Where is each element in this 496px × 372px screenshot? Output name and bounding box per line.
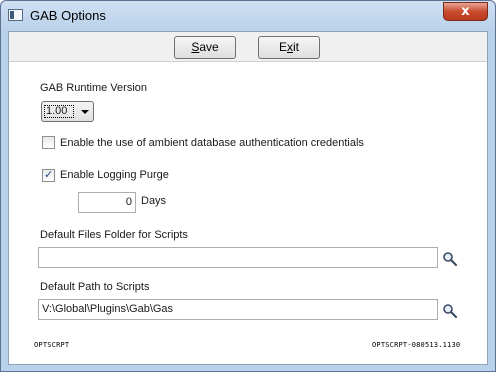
search-icon[interactable] (442, 303, 458, 319)
runtime-version-select[interactable]: 1.00 (41, 101, 94, 122)
title-bar[interactable]: GAB Options x (1, 1, 495, 31)
search-icon[interactable] (442, 251, 458, 267)
window-title: GAB Options (30, 8, 106, 23)
checkmark-icon: ✓ (44, 168, 54, 181)
files-folder-input[interactable] (38, 247, 438, 268)
runtime-version-value: 1.00 (44, 105, 74, 118)
chevron-down-icon (81, 110, 89, 114)
form-version-label: OPTSCRPT-080513.1130 (372, 341, 461, 349)
form-id-label: OPTSCRPT (34, 341, 70, 349)
client-area: Save Exit GAB Runtime Version 1.00 Enabl… (8, 31, 488, 365)
ambient-auth-label: Enable the use of ambient database authe… (60, 137, 364, 149)
options-window: GAB Options x Save Exit GAB Runtime Vers… (0, 0, 496, 372)
close-button[interactable]: x (443, 2, 488, 21)
exit-button[interactable]: Exit (258, 36, 320, 59)
purge-days-input[interactable]: 0 (78, 192, 136, 213)
files-folder-label: Default Files Folder for Scripts (40, 229, 188, 241)
ambient-auth-checkbox[interactable] (42, 136, 55, 149)
runtime-version-label: GAB Runtime Version (40, 82, 147, 94)
save-button[interactable]: Save (174, 36, 236, 59)
logging-purge-label: Enable Logging Purge (60, 169, 169, 181)
scripts-path-label: Default Path to Scripts (40, 281, 150, 293)
days-label: Days (141, 195, 167, 207)
scripts-path-input[interactable]: V:\Global\Plugins\Gab\Gas (38, 299, 438, 320)
logging-purge-checkbox[interactable]: ✓ (42, 168, 55, 182)
app-window-icon[interactable] (8, 9, 23, 21)
